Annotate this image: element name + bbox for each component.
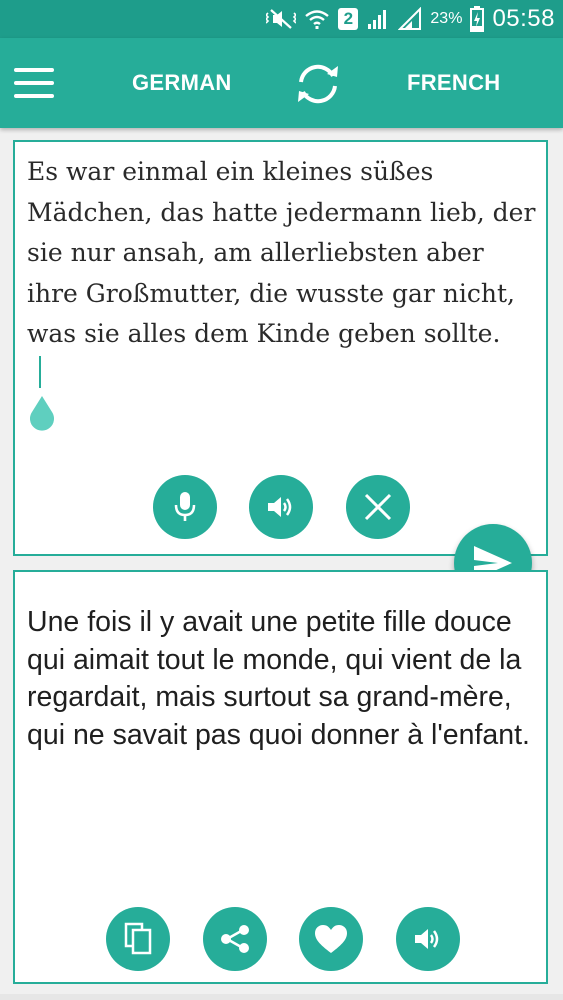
- copy-button[interactable]: [106, 907, 170, 971]
- status-icons: 2 23% 05:58: [266, 0, 555, 38]
- copy-icon: [124, 922, 152, 955]
- speaker-icon: [415, 929, 439, 949]
- status-bar: 2 23% 05:58: [0, 0, 563, 38]
- text-cursor: [39, 356, 41, 388]
- share-button[interactable]: [203, 907, 267, 971]
- source-language-button[interactable]: GERMAN: [132, 66, 232, 100]
- clock: 05:58: [492, 5, 555, 32]
- source-text-panel[interactable]: Es war einmal ein kleines süßes Mädchen,…: [13, 140, 548, 556]
- source-text-input[interactable]: Es war einmal ein kleines süßes Mädchen,…: [27, 152, 537, 355]
- microphone-icon: [174, 492, 196, 521]
- battery-percent: 23%: [430, 10, 463, 27]
- target-language-button[interactable]: FRENCH: [407, 66, 500, 100]
- translation-text: Une fois il y avait une petite fille dou…: [27, 606, 530, 751]
- signal-icon: [368, 10, 387, 29]
- wifi-icon: [305, 10, 330, 29]
- battery-charging-icon: [470, 6, 485, 32]
- clear-icon: [364, 493, 392, 521]
- mute-vibrate-icon: [266, 9, 297, 29]
- speak-source-button[interactable]: [249, 475, 313, 539]
- sim-2-badge: 2: [338, 8, 359, 30]
- bottom-divider: [0, 994, 563, 1000]
- swap-languages-icon: [298, 64, 338, 104]
- menu-button[interactable]: [14, 66, 54, 100]
- share-icon: [221, 925, 249, 953]
- favorite-icon: [315, 925, 347, 953]
- speaker-icon: [268, 497, 292, 517]
- speak-translation-button[interactable]: [396, 907, 460, 971]
- swap-languages-button[interactable]: [292, 60, 344, 108]
- favorite-button[interactable]: [299, 907, 363, 971]
- app-bar: GERMAN FRENCH: [0, 38, 563, 128]
- cursor-handle-icon[interactable]: [29, 394, 55, 434]
- clear-text-button[interactable]: [346, 475, 410, 539]
- signal-icon: [398, 7, 422, 30]
- translation-result-panel: Une fois il y avait une petite fille dou…: [13, 570, 548, 984]
- microphone-button[interactable]: [153, 475, 217, 539]
